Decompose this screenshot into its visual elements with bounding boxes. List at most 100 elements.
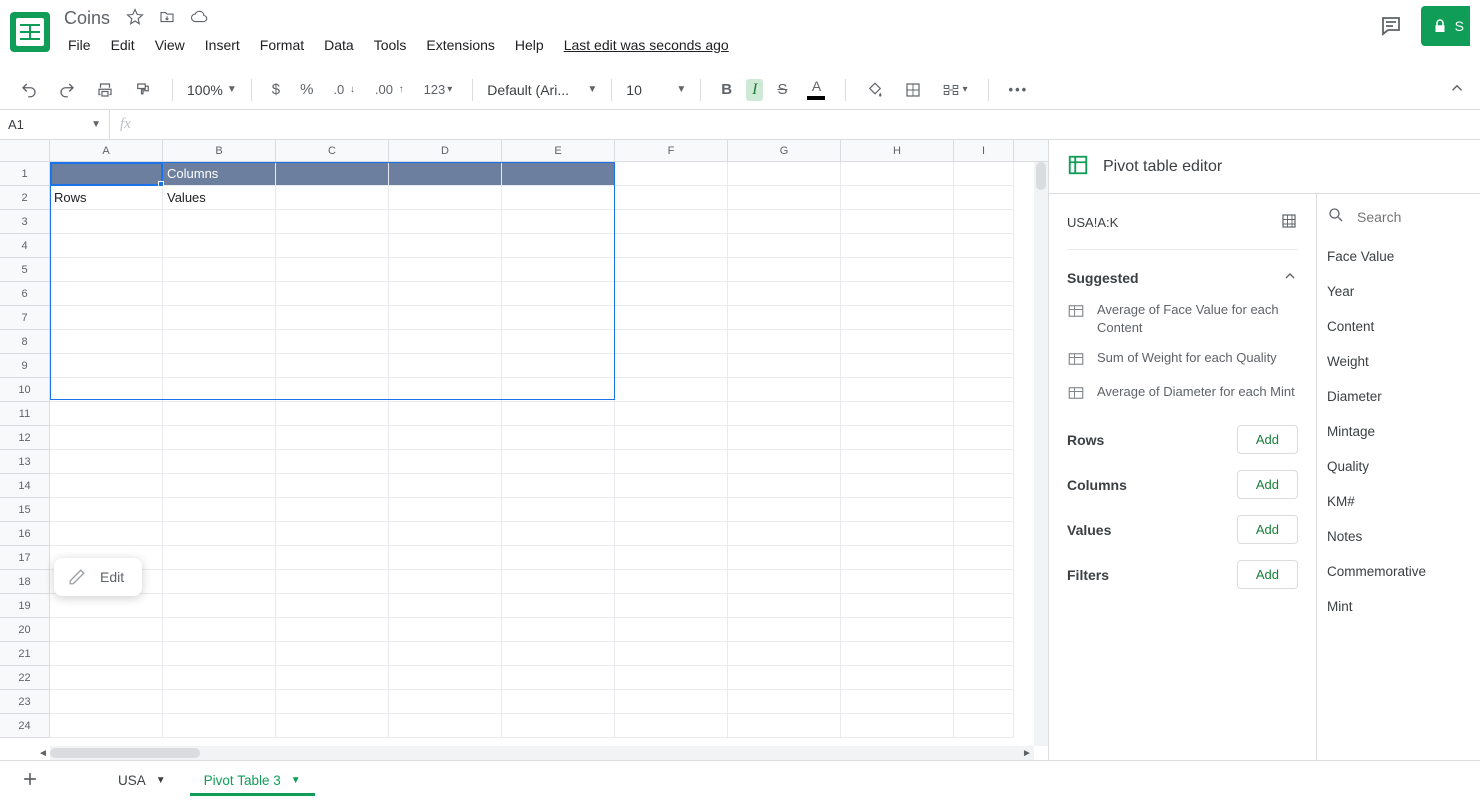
- cell[interactable]: [163, 306, 276, 330]
- redo-icon[interactable]: [52, 77, 82, 103]
- cell[interactable]: [954, 450, 1014, 474]
- cloud-saved-icon[interactable]: [190, 8, 208, 29]
- last-edit-link[interactable]: Last edit was seconds ago: [556, 33, 737, 57]
- add-sheet-button[interactable]: [12, 763, 48, 798]
- cell[interactable]: [163, 690, 276, 714]
- suggestion-item[interactable]: Average of Diameter for each Mint: [1067, 377, 1298, 411]
- cell[interactable]: [50, 234, 163, 258]
- comments-icon[interactable]: [1377, 12, 1405, 40]
- col-header[interactable]: I: [954, 140, 1014, 161]
- print-icon[interactable]: [90, 77, 120, 103]
- pivot-field[interactable]: Year: [1317, 274, 1480, 309]
- sheet-tab-pivot-table-3[interactable]: Pivot Table 3▼: [190, 765, 315, 796]
- move-to-folder-icon[interactable]: [158, 8, 176, 29]
- cell[interactable]: [728, 546, 841, 570]
- cell[interactable]: [841, 234, 954, 258]
- cell[interactable]: [615, 426, 728, 450]
- cell[interactable]: [502, 474, 615, 498]
- cell[interactable]: [728, 594, 841, 618]
- select-range-icon[interactable]: [1280, 212, 1298, 233]
- pivot-field[interactable]: Content: [1317, 309, 1480, 344]
- scroll-left-icon[interactable]: ◄: [36, 746, 50, 760]
- cell[interactable]: [389, 426, 502, 450]
- cell[interactable]: [615, 498, 728, 522]
- cell[interactable]: [954, 378, 1014, 402]
- row-header[interactable]: 5: [0, 258, 50, 282]
- select-all-corner[interactable]: [0, 140, 50, 161]
- cell[interactable]: [841, 474, 954, 498]
- italic-button[interactable]: I: [746, 79, 763, 101]
- cell[interactable]: [276, 162, 389, 186]
- cell[interactable]: [50, 522, 163, 546]
- cell[interactable]: [502, 498, 615, 522]
- cell[interactable]: [276, 402, 389, 426]
- cell[interactable]: [163, 642, 276, 666]
- cell[interactable]: [50, 426, 163, 450]
- cell[interactable]: [389, 402, 502, 426]
- cell[interactable]: [163, 474, 276, 498]
- cell[interactable]: [954, 570, 1014, 594]
- cell[interactable]: [841, 498, 954, 522]
- cell[interactable]: [502, 642, 615, 666]
- document-title[interactable]: Coins: [60, 6, 114, 31]
- cell[interactable]: [389, 282, 502, 306]
- row-header[interactable]: 21: [0, 642, 50, 666]
- cell[interactable]: [163, 450, 276, 474]
- cell[interactable]: [954, 330, 1014, 354]
- cell[interactable]: [50, 618, 163, 642]
- cell[interactable]: [276, 618, 389, 642]
- col-header[interactable]: B: [163, 140, 276, 161]
- cell[interactable]: [615, 690, 728, 714]
- cell[interactable]: [276, 186, 389, 210]
- cell[interactable]: [728, 162, 841, 186]
- cell[interactable]: [728, 282, 841, 306]
- cell[interactable]: [954, 690, 1014, 714]
- cell[interactable]: [163, 258, 276, 282]
- menu-format[interactable]: Format: [252, 33, 312, 57]
- font-size-select[interactable]: 10▼: [626, 82, 686, 98]
- cell[interactable]: [615, 354, 728, 378]
- row-header[interactable]: 8: [0, 330, 50, 354]
- cell[interactable]: [389, 690, 502, 714]
- cell[interactable]: [389, 666, 502, 690]
- cell[interactable]: [502, 402, 615, 426]
- format-percent-icon[interactable]: %: [294, 77, 319, 102]
- cell[interactable]: [841, 162, 954, 186]
- cell[interactable]: [50, 258, 163, 282]
- cell[interactable]: [50, 594, 163, 618]
- cell[interactable]: [389, 546, 502, 570]
- row-header[interactable]: 2: [0, 186, 50, 210]
- pivot-field[interactable]: Face Value: [1317, 239, 1480, 274]
- cell[interactable]: [163, 498, 276, 522]
- toolbar-more-icon[interactable]: •••: [1003, 78, 1035, 101]
- cell[interactable]: [615, 210, 728, 234]
- cell[interactable]: [389, 522, 502, 546]
- cell[interactable]: [615, 186, 728, 210]
- menu-tools[interactable]: Tools: [366, 33, 415, 57]
- cell[interactable]: [163, 666, 276, 690]
- cell[interactable]: [615, 330, 728, 354]
- cell[interactable]: [276, 474, 389, 498]
- cell[interactable]: [841, 378, 954, 402]
- cell[interactable]: [954, 258, 1014, 282]
- col-header[interactable]: E: [502, 140, 615, 161]
- menu-insert[interactable]: Insert: [197, 33, 248, 57]
- cell[interactable]: [276, 258, 389, 282]
- pivot-field[interactable]: Mint: [1317, 589, 1480, 624]
- cell[interactable]: [163, 234, 276, 258]
- suggestion-item[interactable]: Average of Face Value for each Content: [1067, 295, 1298, 343]
- row-header[interactable]: 23: [0, 690, 50, 714]
- cell[interactable]: [163, 282, 276, 306]
- cell[interactable]: [728, 690, 841, 714]
- cell[interactable]: [389, 354, 502, 378]
- cell[interactable]: [841, 642, 954, 666]
- cell[interactable]: [615, 258, 728, 282]
- cell[interactable]: [954, 474, 1014, 498]
- font-family-select[interactable]: Default (Ari...▼: [487, 82, 597, 98]
- collapse-suggested-icon[interactable]: [1282, 268, 1298, 287]
- cell[interactable]: [389, 498, 502, 522]
- cell[interactable]: [841, 594, 954, 618]
- cell[interactable]: [50, 354, 163, 378]
- paint-format-icon[interactable]: [128, 77, 158, 103]
- cell[interactable]: [954, 498, 1014, 522]
